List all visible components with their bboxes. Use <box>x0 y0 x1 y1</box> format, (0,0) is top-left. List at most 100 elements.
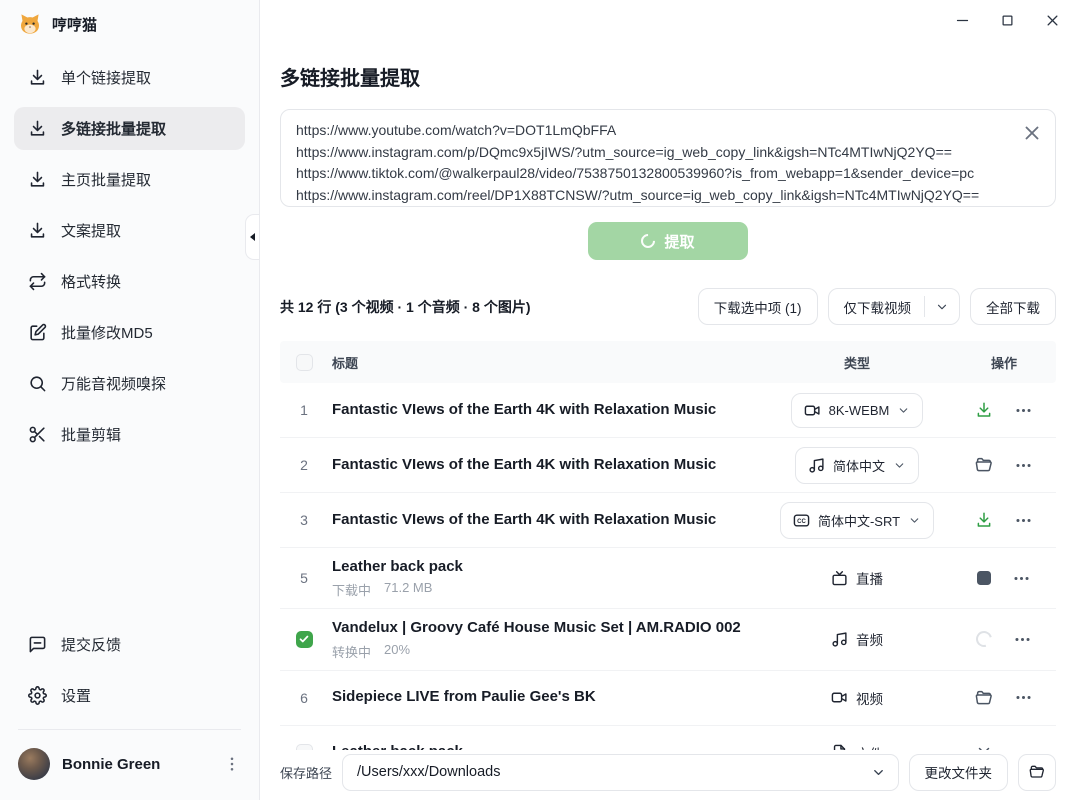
sidebar-item-5[interactable]: 格式转换 <box>14 260 245 303</box>
sidebar-item-label: 设置 <box>61 685 91 706</box>
sidebar-item-1[interactable]: 单个链接提取 <box>14 56 245 99</box>
tv-icon <box>831 570 848 587</box>
close-button[interactable] <box>1045 13 1060 28</box>
edit-doc-icon <box>28 323 47 342</box>
column-type: 类型 <box>762 353 952 372</box>
sidebar-footer: 提交反馈设置 Bonnie Green <box>0 623 259 800</box>
row-index: 3 <box>300 512 308 528</box>
url-line: https://www.instagram.com/reel/DP1X88TCN… <box>296 185 1011 207</box>
sidebar-item-6[interactable]: 批量修改MD5 <box>14 311 245 354</box>
chevron-down-icon[interactable] <box>871 765 886 780</box>
user-menu-icon[interactable] <box>223 755 241 773</box>
clear-input-button[interactable] <box>1021 122 1043 144</box>
sidebar-item-label: 批量修改MD5 <box>61 322 153 343</box>
sidebar-item-label: 多链接批量提取 <box>61 118 166 139</box>
row-title: Fantastic VIews of the Earth 4K with Rel… <box>332 455 754 475</box>
download-videos-only-button[interactable]: 仅下载视频 <box>828 288 961 325</box>
type-select[interactable]: 8K-WEBM <box>791 393 924 428</box>
sidebar-item-3[interactable]: 主页批量提取 <box>14 158 245 201</box>
save-path-input[interactable] <box>342 754 898 791</box>
sidebar-item-102[interactable]: 设置 <box>14 674 245 717</box>
chevron-down-icon <box>893 459 906 472</box>
open-folder-button[interactable] <box>975 456 993 474</box>
row-menu-button[interactable] <box>1014 401 1033 420</box>
open-folder-button[interactable] <box>975 689 993 707</box>
row-index: 2 <box>300 457 308 473</box>
save-path-label: 保存路径 <box>280 763 332 782</box>
row-checkbox[interactable] <box>296 631 313 648</box>
sidebar-item-label: 格式转换 <box>61 271 121 292</box>
feedback-icon <box>28 635 47 654</box>
music-note-icon <box>808 457 825 474</box>
open-folder-button[interactable] <box>1018 754 1056 791</box>
select-all-checkbox[interactable] <box>296 354 313 371</box>
sidebar-item-2[interactable]: 多链接批量提取 <box>14 107 245 150</box>
video-camera-icon <box>804 402 821 419</box>
sidebar-item-label: 主页批量提取 <box>61 169 151 190</box>
sidebar-item-101[interactable]: 提交反馈 <box>14 623 245 666</box>
maximize-button[interactable] <box>1000 13 1015 28</box>
row-index: 1 <box>300 402 308 418</box>
row-menu-button[interactable] <box>1014 688 1033 707</box>
type-label: 简体中文 <box>833 456 885 475</box>
type-select[interactable]: 简体中文 <box>795 447 919 484</box>
chevron-down-icon[interactable] <box>935 300 949 314</box>
avatar <box>18 748 50 780</box>
type-label: 直播 <box>856 568 883 588</box>
chevron-left-icon <box>250 233 255 241</box>
download-button[interactable] <box>975 401 993 419</box>
row-menu-button[interactable] <box>1013 630 1032 649</box>
download-icon <box>28 119 47 138</box>
main-panel: 多链接批量提取 https://www.youtube.com/watch?v=… <box>260 0 1080 800</box>
sidebar-item-label: 批量剪辑 <box>61 424 121 445</box>
row-menu-button[interactable] <box>1014 511 1033 530</box>
extract-button[interactable]: 提取 <box>588 222 748 260</box>
type-select[interactable]: CC简体中文-SRT <box>780 502 934 539</box>
progress-spinner-icon <box>973 628 995 650</box>
sidebar-item-label: 单个链接提取 <box>61 67 151 88</box>
result-summary: 共 12 行 (3 个视频 · 1 个音频 · 8 个图片) <box>280 297 530 317</box>
type-badge: 音频 <box>831 629 883 649</box>
url-line: https://www.tiktok.com/@walkerpaul28/vid… <box>296 163 1011 185</box>
app-title: 哼哼猫 <box>52 14 97 35</box>
url-input[interactable]: https://www.youtube.com/watch?v=DOT1LmQb… <box>280 109 1056 207</box>
stop-button[interactable] <box>977 571 991 585</box>
divider <box>18 729 241 730</box>
user-profile[interactable]: Bonnie Green <box>0 742 259 786</box>
sidebar-item-8[interactable]: 批量剪辑 <box>14 413 245 456</box>
download-icon <box>28 68 47 87</box>
row-index: 6 <box>300 690 308 706</box>
music-note-icon <box>831 631 848 648</box>
sidebar-collapse-handle[interactable] <box>245 214 259 260</box>
app-brand: 哼哼猫 <box>0 0 259 56</box>
scissors-icon <box>28 425 47 444</box>
table-row: 1 Fantastic VIews of the Earth 4K with Re… <box>280 383 1056 438</box>
change-folder-button[interactable]: 更改文件夹 <box>909 754 1009 791</box>
type-label: 视频 <box>856 688 883 708</box>
row-title: Vandelux | Groovy Café House Music Set |… <box>332 618 754 638</box>
sidebar-item-7[interactable]: 万能音视频嗅探 <box>14 362 245 405</box>
row-title: Fantastic VIews of the Earth 4K with Rel… <box>332 400 754 420</box>
download-selected-button[interactable]: 下载选中项 (1) <box>698 288 818 325</box>
cc-icon: CC <box>793 512 810 529</box>
svg-text:CC: CC <box>797 519 806 525</box>
row-progress: 71.2 MB <box>384 580 432 599</box>
column-title: 标题 <box>328 344 762 381</box>
sidebar-item-label: 万能音视频嗅探 <box>61 373 166 394</box>
download-all-button[interactable]: 全部下载 <box>970 288 1056 325</box>
row-menu-button[interactable] <box>1012 569 1031 588</box>
row-index: 5 <box>300 570 308 586</box>
download-button[interactable] <box>975 511 993 529</box>
type-badge: 视频 <box>831 688 883 708</box>
search-icon <box>28 374 47 393</box>
save-path-field <box>342 754 898 791</box>
table-row: 2 Fantastic VIews of the Earth 4K with Re… <box>280 438 1056 493</box>
window-titlebar <box>260 0 1080 40</box>
cat-logo-icon <box>18 12 42 36</box>
table-row: Vandelux | Groovy Café House Music Set |… <box>280 609 1056 670</box>
column-operation: 操作 <box>952 353 1056 372</box>
minimize-button[interactable] <box>955 13 970 28</box>
sidebar-item-4[interactable]: 文案提取 <box>14 209 245 252</box>
user-name: Bonnie Green <box>62 756 211 773</box>
row-menu-button[interactable] <box>1014 456 1033 475</box>
